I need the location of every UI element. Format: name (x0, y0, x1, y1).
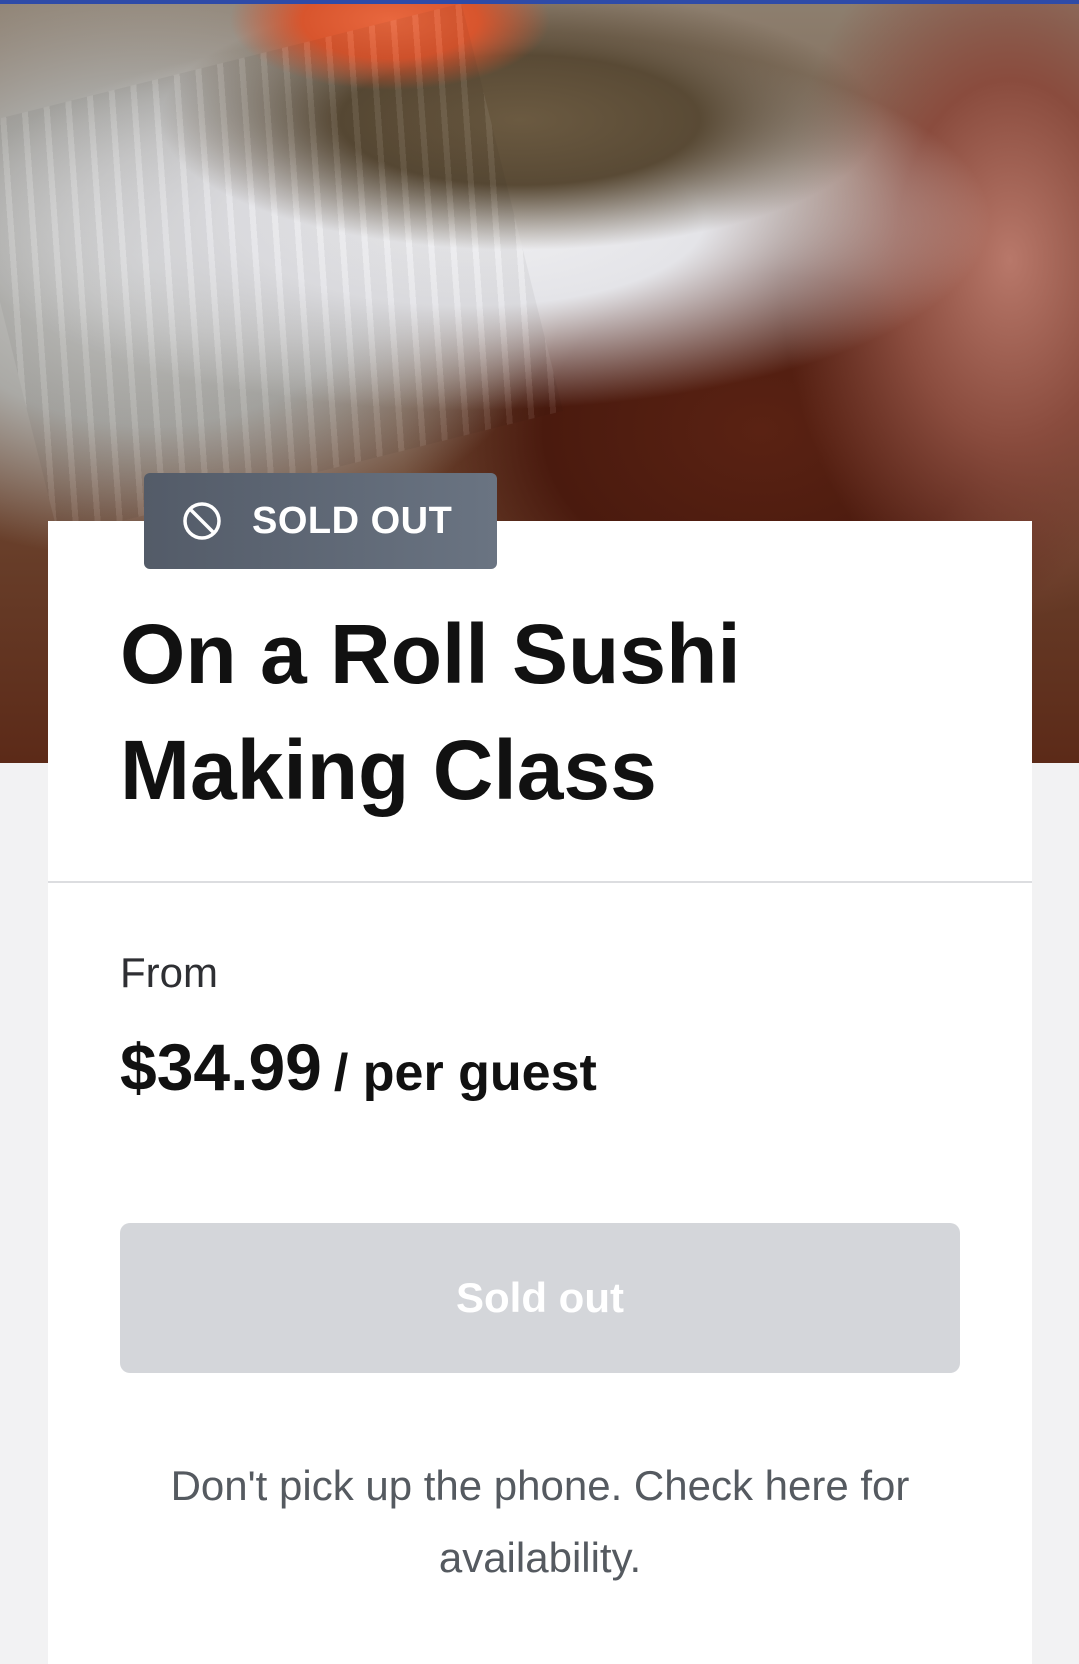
sold-out-button[interactable]: Sold out (120, 1223, 960, 1373)
sold-out-badge-label: SOLD OUT (252, 500, 453, 542)
prohibited-icon (182, 501, 222, 541)
divider (48, 881, 1032, 883)
price-amount: $34.99 (120, 1030, 322, 1104)
price-unit: / per guest (333, 1044, 597, 1102)
availability-note: Don't pick up the phone. Check here for … (170, 1462, 910, 1581)
class-details-card: On a Roll Sushi Making Class From $34.99… (48, 521, 1032, 1664)
sold-out-badge: SOLD OUT (144, 473, 497, 569)
bamboo-mat-texture (0, 3, 564, 537)
class-title: On a Roll Sushi Making Class (120, 607, 741, 817)
top-accent-bar (0, 0, 1079, 4)
price-from-label: From (120, 949, 218, 996)
price-row: $34.99/ per guest (120, 1029, 597, 1105)
